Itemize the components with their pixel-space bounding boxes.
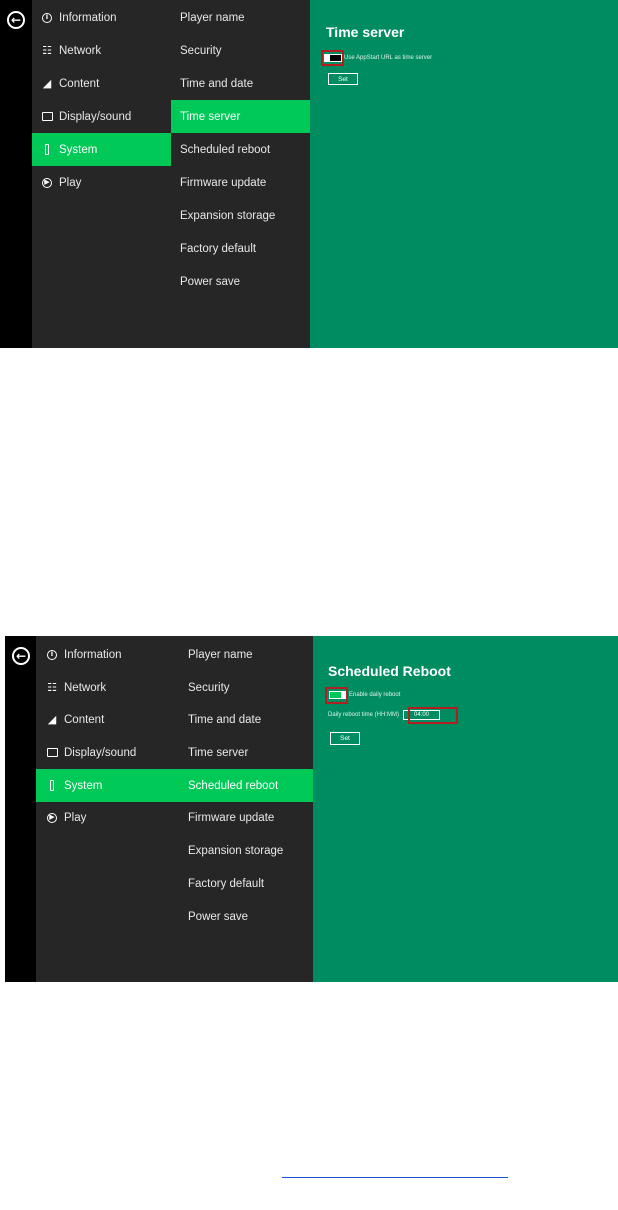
sub-menu-item-player-name[interactable]: Player name (176, 638, 313, 671)
main-menu-item-information[interactable]: i Information (32, 1, 171, 34)
settings-panel: Time server Use AppStart URL as time ser… (310, 0, 618, 348)
play-icon: ▶ (40, 177, 54, 188)
toggle-label: Use AppStart URL as time server (344, 55, 433, 61)
main-menu: i Information ☷ Network ◢ Content Displa… (36, 636, 176, 982)
toggle-label: Enable daily reboot (349, 692, 401, 698)
play-icon: ▶ (45, 812, 59, 823)
main-menu-item-network[interactable]: ☷ Network (32, 34, 171, 67)
menu-item-label: Network (64, 681, 107, 694)
info-icon: i (40, 12, 54, 23)
sub-menu-item-security[interactable]: Security (176, 671, 313, 704)
system-icon (45, 780, 59, 791)
main-menu-item-content[interactable]: ◢ Content (32, 67, 171, 100)
menu-item-label: Expansion storage (188, 844, 284, 857)
menu-item-label: Factory default (180, 242, 257, 255)
menu-item-label: Scheduled reboot (180, 143, 271, 156)
display-icon (40, 112, 54, 121)
menu-item-label: Time server (188, 746, 249, 759)
highlight-box (325, 687, 348, 704)
menu-item-label: Power save (188, 910, 249, 923)
menu-item-label: Security (188, 681, 230, 694)
clapperboard-icon: ◢ (42, 77, 52, 90)
sub-menu-item-factory-default[interactable]: Factory default (176, 867, 313, 900)
reboot-time-label: Daily reboot time (HH:MM) (328, 712, 400, 718)
sub-menu-item-security[interactable]: Security (171, 34, 310, 67)
highlight-box (408, 707, 458, 724)
main-menu-item-play[interactable]: ▶ Play (36, 801, 176, 834)
back-arrow-icon[interactable]: ← (12, 647, 30, 665)
menu-item-label: Factory default (188, 877, 265, 890)
menu-item-label: Play (59, 176, 82, 189)
sub-menu-item-time-and-date[interactable]: Time and date (176, 703, 313, 736)
menu-item-label: Power save (180, 275, 241, 288)
menu-item-label: Information (64, 648, 122, 661)
menu-item-label: Time server (180, 110, 241, 123)
sub-menu-item-firmware-update[interactable]: Firmware update (176, 801, 313, 834)
menu-item-label: Play (64, 811, 87, 824)
panel-title: Time server (326, 24, 405, 40)
menu-item-label: Scheduled reboot (188, 779, 279, 792)
main-menu-item-system[interactable]: System (36, 769, 176, 802)
main-menu-item-display-sound[interactable]: Display/sound (36, 736, 176, 769)
sub-menu-item-scheduled-reboot[interactable]: Scheduled reboot (176, 769, 313, 802)
main-menu: i Information ☷ Network ◢ Content Displa… (32, 0, 171, 348)
back-arrow-icon[interactable]: ← (7, 11, 25, 29)
main-menu-item-content[interactable]: ◢ Content (36, 703, 176, 736)
menu-item-label: Player name (180, 11, 245, 24)
menu-item-label: Player name (188, 648, 253, 661)
menu-item-label: Time and date (188, 713, 262, 726)
main-menu-item-play[interactable]: ▶ Play (32, 166, 171, 199)
sub-menu-item-expansion-storage[interactable]: Expansion storage (171, 199, 310, 232)
menu-item-label: Expansion storage (180, 209, 276, 222)
menu-item-label: Network (59, 44, 102, 57)
sub-menu-item-power-save[interactable]: Power save (171, 265, 310, 298)
set-button[interactable]: Set (330, 732, 360, 745)
panel-title: Scheduled Reboot (328, 663, 451, 679)
sub-menu-item-time-server[interactable]: Time server (176, 736, 313, 769)
sub-menu-item-power-save[interactable]: Power save (176, 900, 313, 933)
menu-item-label: Time and date (180, 77, 254, 90)
back-column: ← (0, 0, 32, 348)
sub-menu-item-time-and-date[interactable]: Time and date (171, 67, 310, 100)
sub-menu: Player name Security Time and date Time … (176, 636, 313, 982)
menu-item-label: Information (59, 11, 117, 24)
clapperboard-icon: ◢ (47, 713, 57, 726)
display-icon (45, 748, 59, 757)
sub-menu-item-player-name[interactable]: Player name (171, 1, 310, 34)
menu-item-label: Firmware update (188, 811, 275, 824)
system-icon (40, 144, 54, 155)
screenshot-scheduled-reboot: ← i Information ☷ Network ◢ Content Disp… (5, 636, 618, 982)
main-menu-item-system[interactable]: System (32, 133, 171, 166)
info-icon: i (45, 649, 59, 660)
menu-item-label: System (64, 779, 103, 792)
menu-item-label: Content (59, 77, 100, 90)
sub-menu-item-expansion-storage[interactable]: Expansion storage (176, 834, 313, 867)
sub-menu-item-time-server[interactable]: Time server (171, 100, 310, 133)
main-menu-item-network[interactable]: ☷ Network (36, 671, 176, 704)
settings-panel: Scheduled Reboot Enable daily reboot Dai… (313, 636, 618, 982)
menu-item-label: Firmware update (180, 176, 267, 189)
sub-menu-item-firmware-update[interactable]: Firmware update (171, 166, 310, 199)
network-icon: ☷ (47, 681, 57, 694)
screenshot-time-server: ← i Information ☷ Network ◢ Content Disp… (0, 0, 618, 348)
sub-menu: Player name Security Time and date Time … (171, 0, 310, 348)
sub-menu-item-factory-default[interactable]: Factory default (171, 232, 310, 265)
main-menu-item-information[interactable]: i Information (36, 638, 176, 671)
menu-item-label: System (59, 143, 98, 156)
highlight-box (321, 50, 344, 66)
menu-item-label: Display/sound (59, 110, 132, 123)
back-column: ← (5, 636, 36, 982)
menu-item-label: Content (64, 713, 105, 726)
menu-item-label: Display/sound (64, 746, 137, 759)
set-button[interactable]: Set (328, 73, 358, 85)
main-menu-item-display-sound[interactable]: Display/sound (32, 100, 171, 133)
network-icon: ☷ (42, 44, 52, 57)
link-underline[interactable] (282, 1177, 508, 1178)
menu-item-label: Security (180, 44, 222, 57)
sub-menu-item-scheduled-reboot[interactable]: Scheduled reboot (171, 133, 310, 166)
